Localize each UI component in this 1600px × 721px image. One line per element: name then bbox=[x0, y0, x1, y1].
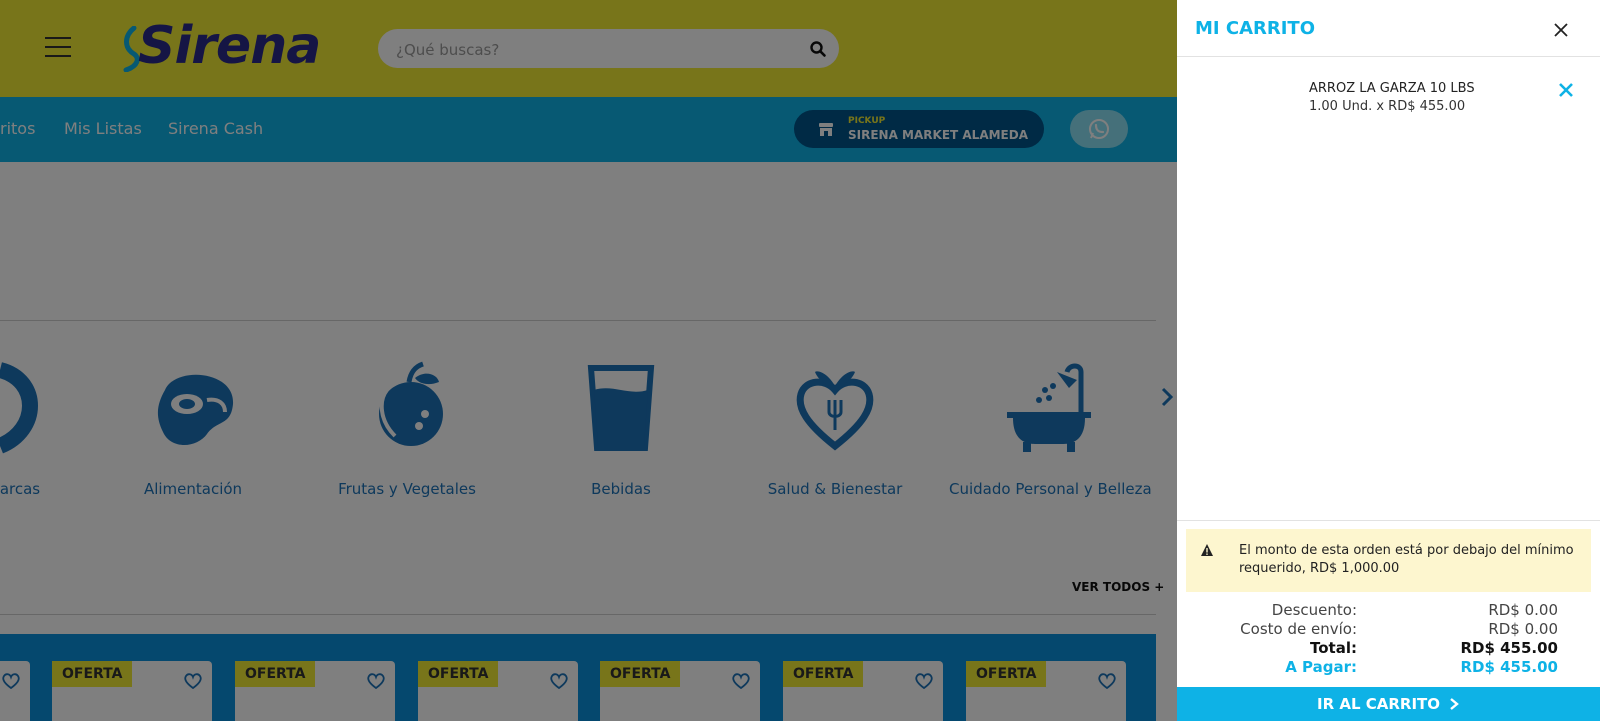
remove-item-icon[interactable] bbox=[1558, 82, 1574, 98]
discount-value: RD$ 0.00 bbox=[1488, 601, 1558, 619]
summary-to-pay: A Pagar: RD$ 455.00 bbox=[1177, 658, 1600, 676]
item-quantity-price: 1.00 Und. x RD$ 455.00 bbox=[1309, 99, 1466, 114]
modal-backdrop[interactable] bbox=[0, 0, 1177, 721]
discount-label: Descuento: bbox=[1271, 601, 1357, 619]
summary-shipping: Costo de envío: RD$ 0.00 bbox=[1177, 620, 1600, 638]
go-to-cart-label: IR AL CARRITO bbox=[1317, 695, 1441, 713]
summary-discount: Descuento: RD$ 0.00 bbox=[1177, 601, 1600, 619]
store-page: Sirena ritos Mis Listas Sirena Cash PICK… bbox=[0, 0, 1177, 721]
total-label: Total: bbox=[1310, 639, 1357, 657]
cart-title: MI CARRITO bbox=[1195, 18, 1316, 39]
item-name: ARROZ LA GARZA 10 LBS bbox=[1309, 81, 1475, 96]
shipping-label: Costo de envío: bbox=[1240, 620, 1357, 638]
warning-icon bbox=[1201, 544, 1213, 556]
chevron-right-icon bbox=[1450, 698, 1459, 710]
pay-value: RD$ 455.00 bbox=[1460, 658, 1558, 676]
summary-total: Total: RD$ 455.00 bbox=[1177, 639, 1600, 657]
minimum-order-warning: El monto de esta orden está por debajo d… bbox=[1186, 529, 1591, 592]
go-to-cart-button[interactable]: IR AL CARRITO bbox=[1177, 687, 1600, 721]
pay-label: A Pagar: bbox=[1285, 658, 1357, 676]
total-value: RD$ 455.00 bbox=[1460, 639, 1558, 657]
close-icon[interactable] bbox=[1553, 22, 1569, 38]
warning-text: El monto de esta orden está por debajo d… bbox=[1239, 543, 1574, 576]
cart-panel: MI CARRITO ARROZ LA GARZA 10 LBS 1.00 Un… bbox=[1177, 0, 1600, 721]
shipping-value: RD$ 0.00 bbox=[1488, 620, 1558, 638]
divider bbox=[1177, 520, 1600, 521]
divider bbox=[1177, 56, 1600, 57]
